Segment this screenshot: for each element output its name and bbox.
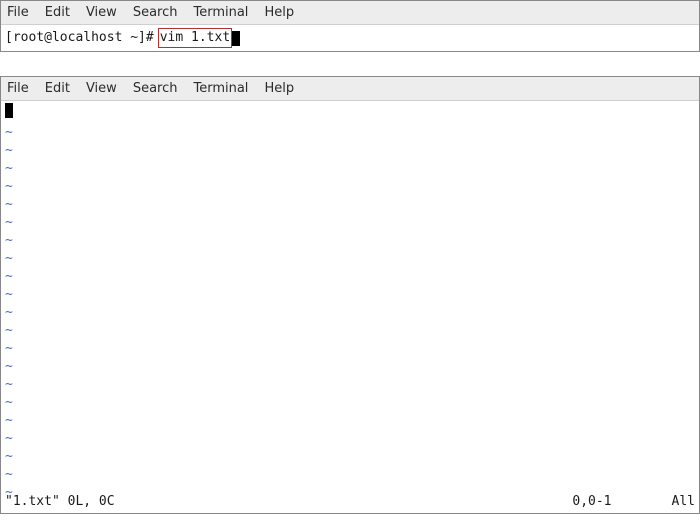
vim-empty-line: ~ [5, 322, 695, 340]
terminal-window-1: File Edit View Search Terminal Help [roo… [0, 0, 700, 52]
cursor-icon [5, 103, 13, 118]
menubar-2: File Edit View Search Terminal Help [1, 77, 699, 101]
menu-edit[interactable]: Edit [45, 5, 70, 20]
vim-empty-line: ~ [5, 124, 695, 142]
menu-edit[interactable]: Edit [45, 81, 70, 96]
vim-empty-line: ~ [5, 160, 695, 178]
vim-status-position: 0,0-1 [572, 493, 671, 511]
menu-view[interactable]: View [86, 81, 117, 96]
vim-empty-line: ~ [5, 178, 695, 196]
menu-file[interactable]: File [7, 5, 29, 20]
vim-editor-area[interactable]: ~~~~~~~~~~~~~~~~~~~~~ "1.txt" 0L, 0C 0,0… [1, 101, 699, 513]
vim-status-file: "1.txt" 0L, 0C [5, 493, 115, 511]
vim-line-1 [5, 103, 695, 124]
terminal-body-1[interactable]: [root@localhost ~]# vim 1.txt [1, 25, 699, 51]
vim-empty-line: ~ [5, 232, 695, 250]
vim-empty-line: ~ [5, 196, 695, 214]
vim-status-view: All [672, 493, 695, 511]
menu-search[interactable]: Search [133, 81, 178, 96]
terminal-window-2: File Edit View Search Terminal Help ~~~~… [0, 76, 700, 514]
menu-terminal[interactable]: Terminal [193, 5, 248, 20]
vim-empty-line: ~ [5, 250, 695, 268]
vim-empty-line: ~ [5, 412, 695, 430]
vim-empty-line: ~ [5, 448, 695, 466]
vim-empty-line: ~ [5, 376, 695, 394]
menu-view[interactable]: View [86, 5, 117, 20]
vim-empty-line: ~ [5, 340, 695, 358]
cursor-icon [232, 31, 240, 46]
shell-command: vim 1.txt [158, 28, 232, 48]
menu-file[interactable]: File [7, 81, 29, 96]
menu-search[interactable]: Search [133, 5, 178, 20]
vim-empty-line: ~ [5, 142, 695, 160]
vim-empty-line: ~ [5, 214, 695, 232]
shell-prompt: [root@localhost ~]# [5, 29, 154, 47]
menubar-1: File Edit View Search Terminal Help [1, 1, 699, 25]
shell-prompt-line: [root@localhost ~]# vim 1.txt [5, 28, 695, 48]
vim-status-line: "1.txt" 0L, 0C 0,0-1 All [5, 493, 695, 511]
menu-help[interactable]: Help [264, 81, 294, 96]
vim-empty-line: ~ [5, 304, 695, 322]
vim-empty-line: ~ [5, 466, 695, 484]
vim-empty-line: ~ [5, 430, 695, 448]
vim-empty-line: ~ [5, 286, 695, 304]
vim-empty-line: ~ [5, 394, 695, 412]
vim-empty-line: ~ [5, 268, 695, 286]
vim-empty-line: ~ [5, 358, 695, 376]
menu-terminal[interactable]: Terminal [193, 81, 248, 96]
menu-help[interactable]: Help [264, 5, 294, 20]
